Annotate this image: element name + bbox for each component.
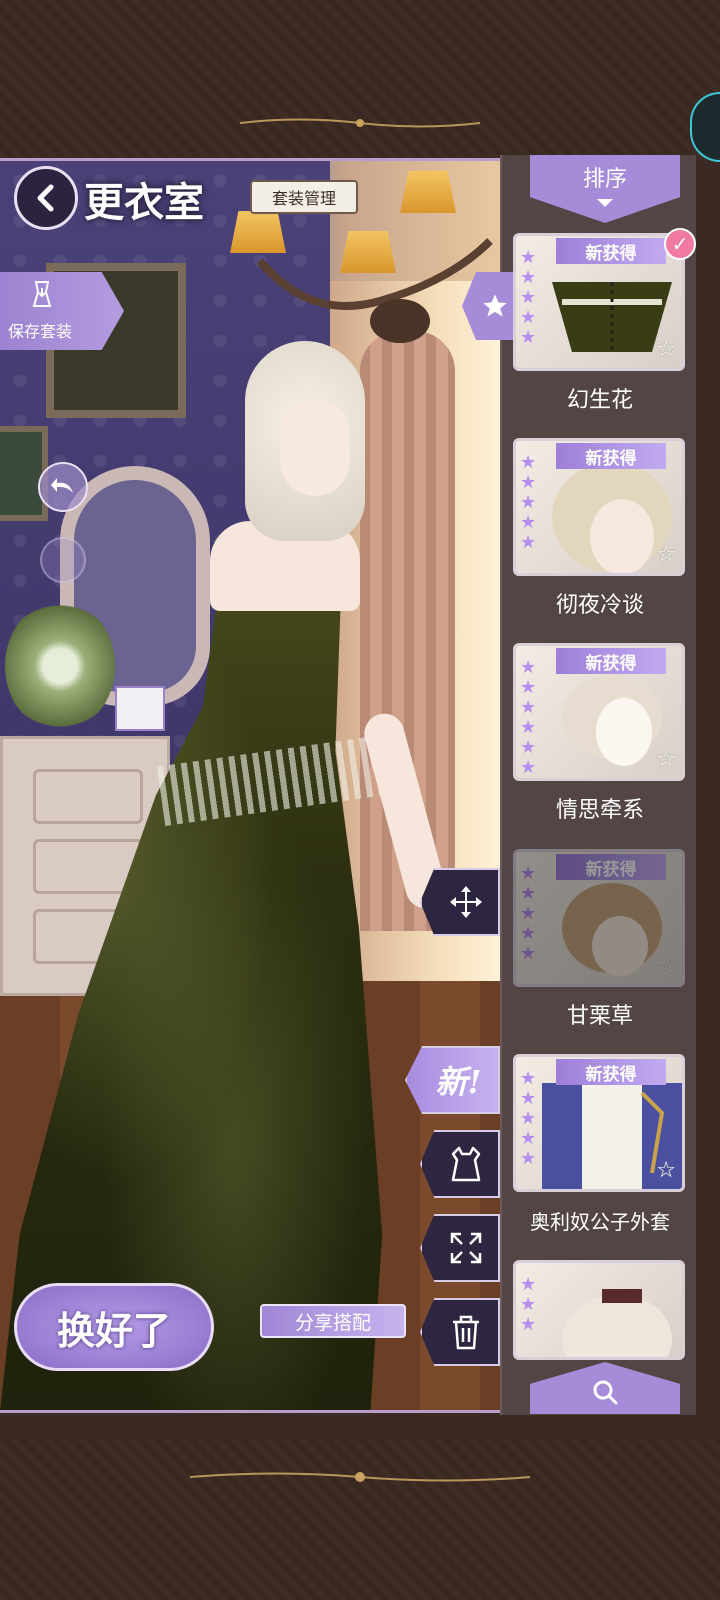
sort-label: 排序 [582, 167, 627, 192]
new-badge: 新获得 [556, 238, 666, 264]
new-badge: 新获得 [556, 854, 666, 880]
dress-form-icon [32, 281, 52, 307]
top-frame [0, 0, 720, 162]
rarity-stars-icon: ★ ★ ★ ★ ★ ★ [520, 657, 537, 778]
suit-manage-button[interactable]: 套装管理 [250, 180, 358, 214]
chevron-left-icon [37, 184, 54, 212]
ornament-icon [240, 118, 480, 128]
item-card[interactable]: ★ ★ ★ ★ ★ ★ 新获得 ☆ [513, 643, 685, 781]
outfit-button[interactable] [420, 1130, 500, 1198]
item-card[interactable]: ★ ★ ★ ★ ★ 新获得 ☆ [513, 849, 685, 987]
page-title: 更衣室 [84, 179, 204, 226]
back-button[interactable] [14, 166, 78, 230]
ornament-icon [190, 1472, 530, 1482]
rarity-stars-icon: ★ ★ ★ ★ ★ [520, 863, 537, 964]
redo-button[interactable] [40, 537, 86, 583]
item-card[interactable]: ★ ★ ★ ★ ★ 新获得 ☆ [513, 233, 685, 371]
undo-icon [51, 478, 73, 493]
share-outfit-button[interactable]: 分享搭配 [260, 1304, 406, 1338]
move-button[interactable] [420, 868, 500, 936]
item-card[interactable]: ★ ★ ★ ★ ★ 新获得 ☆ [513, 438, 685, 576]
favorite-star-icon[interactable]: ☆ [656, 953, 676, 978]
trash-icon [453, 1315, 479, 1350]
save-suit-label: 保存套装 [8, 322, 73, 341]
item-label: 情思牵系 [555, 798, 644, 823]
item-thumbnail [542, 1289, 682, 1357]
rarity-stars-icon: ★ ★ ★ ★ ★ [520, 452, 537, 553]
save-suit-button[interactable]: 保存套装 [0, 272, 124, 350]
favorite-star-icon[interactable]: ☆ [656, 542, 676, 567]
selected-check-icon: ✓ [664, 228, 696, 260]
face [280, 401, 350, 496]
dress-icon [451, 1146, 481, 1182]
chevron-down-icon [597, 199, 613, 207]
item-label: 彻夜冷谈 [555, 593, 644, 618]
done-button[interactable]: 换好了 [14, 1283, 214, 1371]
new-badge: 新获得 [556, 1059, 666, 1085]
new-badge: 新获得 [556, 648, 666, 674]
item-label: 甘栗草 [566, 1004, 633, 1029]
undo-button[interactable] [38, 462, 88, 512]
side-gauge-icon [690, 92, 720, 162]
new-badge: 新获得 [556, 443, 666, 469]
star-icon [483, 294, 507, 317]
rarity-stars-icon: ★ ★ ★ [520, 1274, 537, 1335]
delete-button[interactable] [420, 1298, 500, 1366]
item-card[interactable]: ★ ★ ★ ★ ★ 新获得 ☆ [513, 1054, 685, 1192]
rarity-stars-icon: ★ ★ ★ ★ ★ [520, 247, 537, 348]
fullscreen-button[interactable] [420, 1214, 500, 1282]
new-items-button[interactable]: 新! [405, 1046, 500, 1114]
item-card[interactable]: ★ ★ ★ [513, 1260, 685, 1360]
item-label: 奥利奴公子外套 [530, 1210, 670, 1234]
bottom-frame [0, 1440, 720, 1600]
search-icon [593, 1380, 618, 1405]
rarity-stars-icon: ★ ★ ★ ★ ★ [520, 1068, 537, 1169]
favorite-star-icon[interactable]: ☆ [656, 1158, 676, 1183]
item-label: 幻生花 [566, 388, 633, 413]
expand-icon [450, 1232, 482, 1264]
favorite-star-icon[interactable]: ☆ [656, 337, 676, 362]
move-arrows-icon [450, 886, 482, 918]
favorite-star-icon[interactable]: ☆ [656, 747, 676, 772]
velvet-dress [0, 531, 383, 1410]
